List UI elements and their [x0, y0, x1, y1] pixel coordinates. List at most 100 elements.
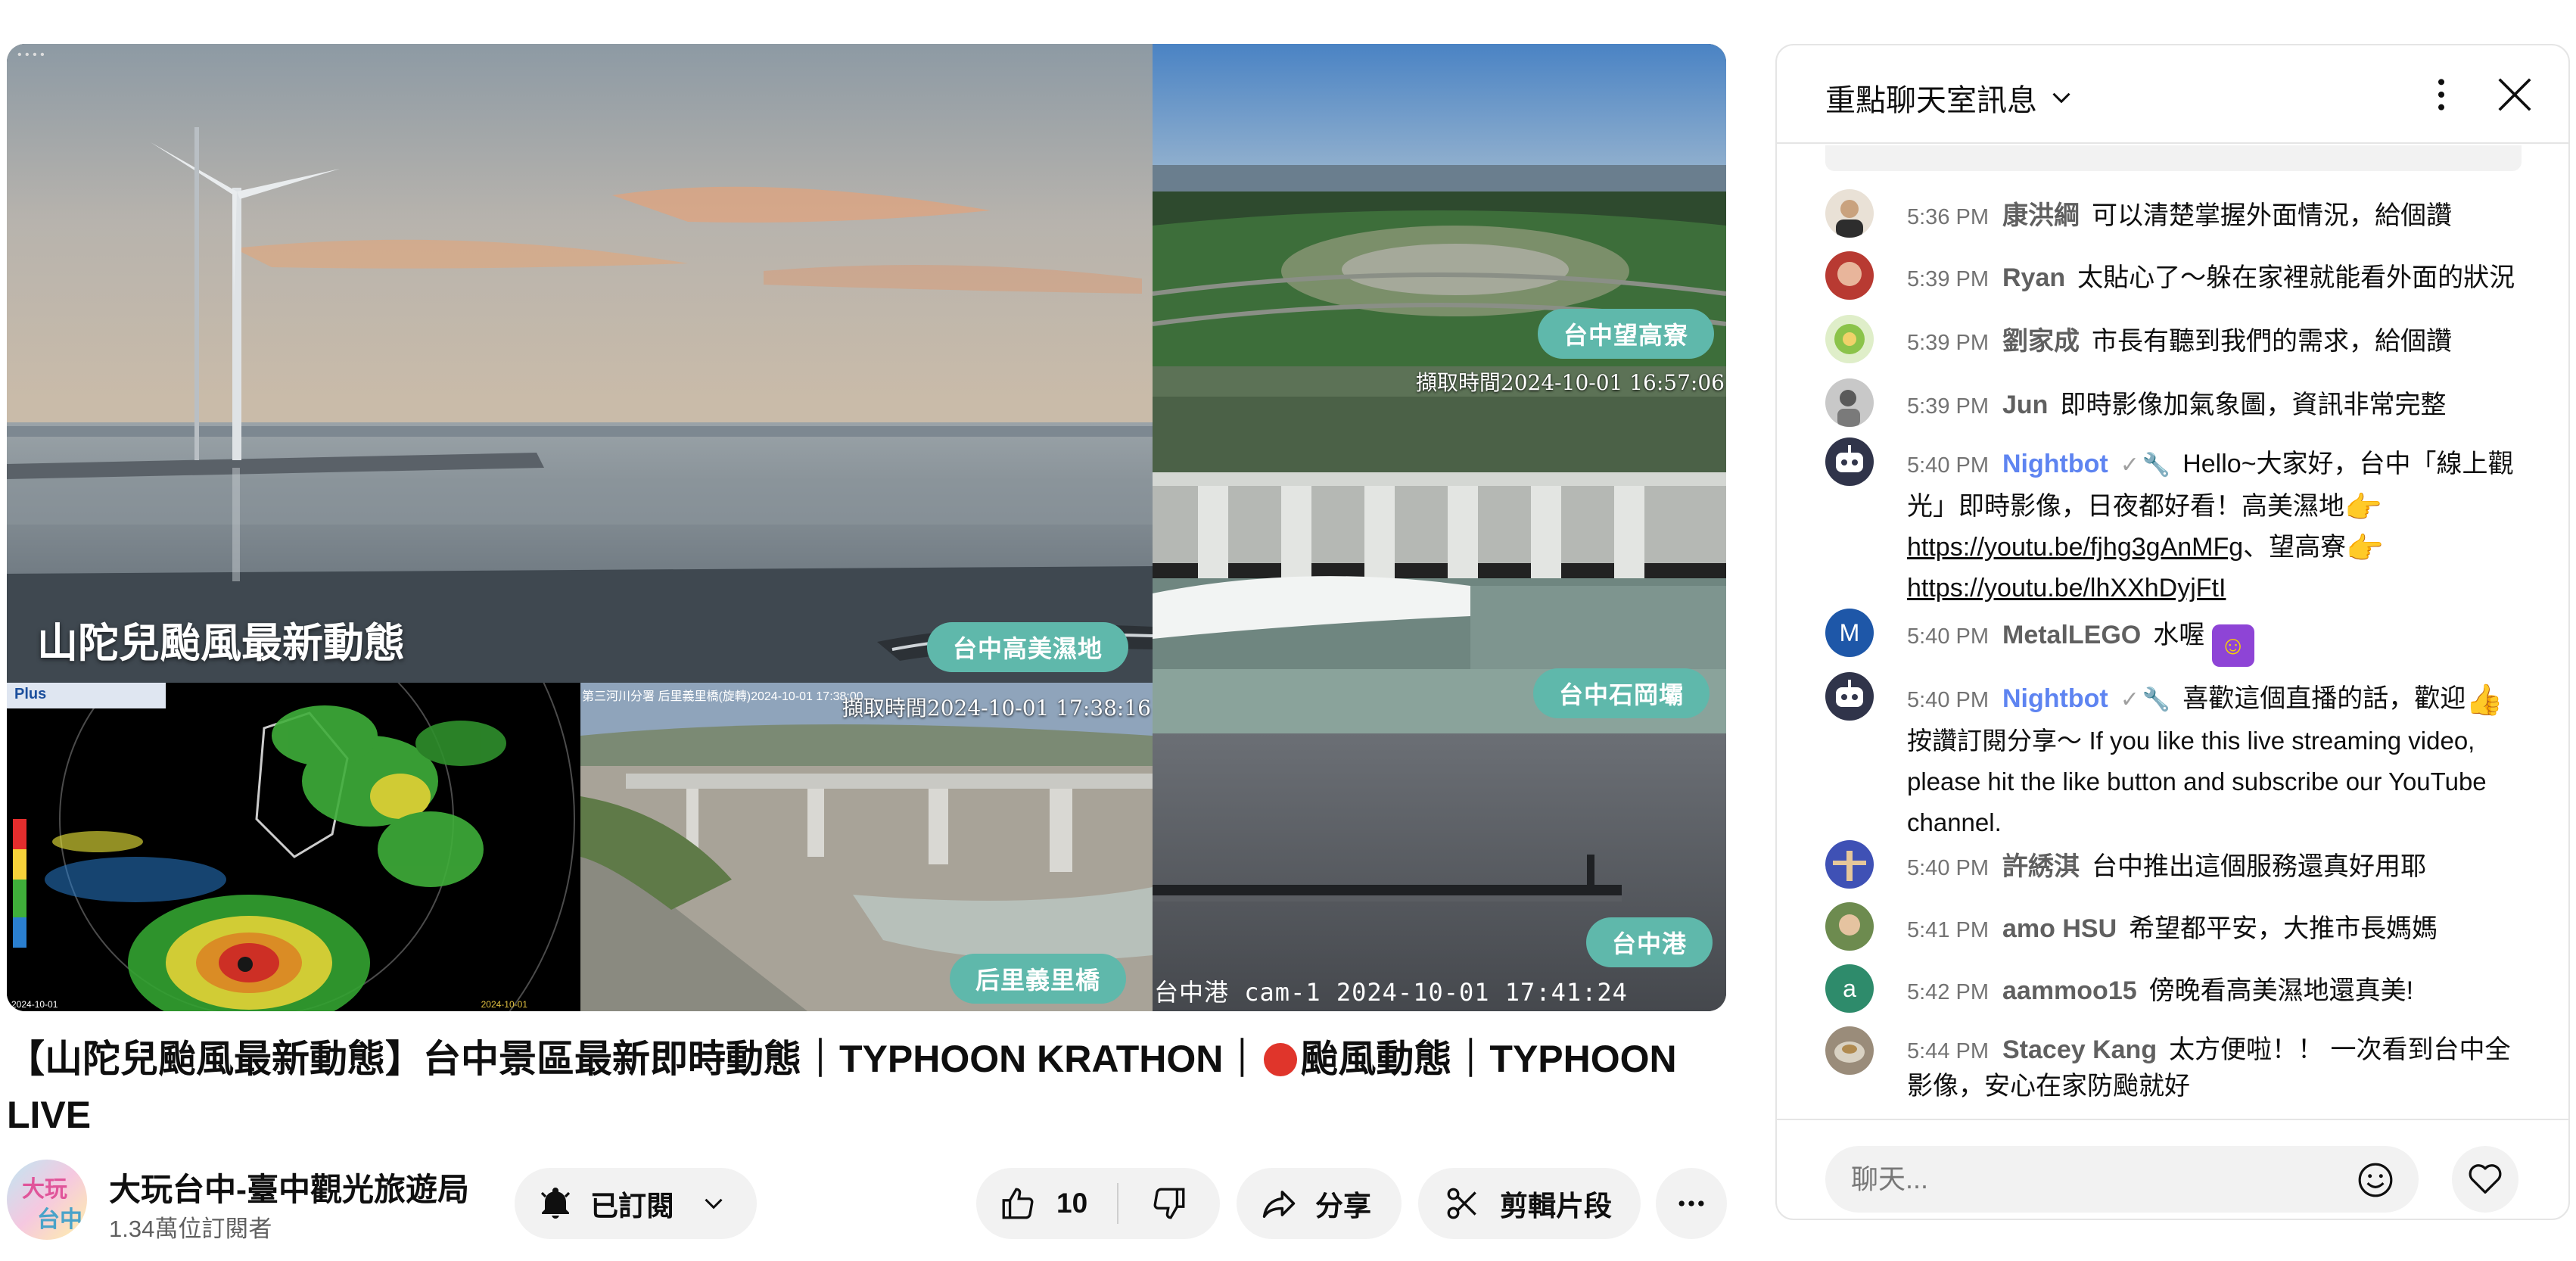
overlay-headline: 山陀兒颱風最新動態	[37, 621, 405, 666]
message-time: 5:40 PM	[1907, 856, 1989, 880]
message-body: 5:40 PM MetalLEGO 水喔 ☺	[1907, 615, 2535, 667]
message-author[interactable]: Nightbot	[2002, 450, 2108, 478]
message-time: 5:36 PM	[1907, 205, 1989, 229]
nightbot-avatar	[1825, 672, 1874, 721]
houli-timestamp: 擷取時間2024-10-01 17:38:16	[842, 696, 1151, 721]
clip-button[interactable]: 剪輯片段	[1418, 1168, 1641, 1239]
avatar	[1825, 1026, 1874, 1075]
channel-avatar[interactable]: 大玩 台中	[7, 1160, 87, 1240]
message-author[interactable]: Ryan	[2002, 263, 2065, 292]
message-body: 5:39 PM 劉家成 市長有聽到我們的需求，給個讚	[1907, 321, 2535, 363]
message-author[interactable]: 劉家成	[2002, 327, 2080, 356]
message-time: 5:40 PM	[1907, 453, 1989, 478]
message-author[interactable]: Stacey Kang	[2002, 1035, 2157, 1064]
wrench-icon: 🔧	[2142, 453, 2171, 478]
message-link[interactable]: https://youtu.be/lhXXhDyjFtI	[1907, 574, 2226, 602]
message-body: 5:36 PM 康洪綱 可以清楚掌握外面情況，給個讚	[1907, 195, 2535, 238]
thumbs-down-icon	[1153, 1188, 1185, 1219]
message-time: 5:40 PM	[1907, 624, 1989, 649]
message-text: 市長有聽到我們的需求，給個讚	[2092, 327, 2452, 356]
like-button[interactable]: 10	[976, 1168, 1117, 1239]
cam-weather-radar: Plus 2024-10-01 2024-10-01	[7, 683, 580, 1011]
nightbot-avatar	[1825, 437, 1874, 486]
label-wanggaoliao: 台中望高寮	[1537, 309, 1714, 359]
message-body: 5:40 PM 許綉淇 台中推出這個服務還真好用耶	[1907, 846, 2535, 889]
smiley-icon[interactable]	[2357, 1161, 2394, 1199]
message-author[interactable]: Nightbot	[2002, 684, 2108, 713]
message-time: 5:39 PM	[1907, 331, 1989, 355]
bell-icon	[540, 1188, 571, 1219]
message-body: 5:42 PM aammoo15 傍晚看高美濕地還真美!	[1907, 970, 2535, 1013]
pointing-hand-emoji: 👉	[2344, 491, 2382, 525]
radar-date-left: 2024-10-01	[11, 999, 58, 1010]
message-text: 希望都平安，大推市長媽媽	[2129, 914, 2438, 943]
message-time: 5:40 PM	[1907, 688, 1989, 712]
label-harbor: 台中港	[1585, 917, 1713, 967]
harbor-scene	[1153, 733, 1726, 1011]
radar-map	[7, 683, 580, 1011]
houli-caption: 第三河川分署 后里義里橋(旋轉)2024-10-01 17:38:00	[582, 690, 863, 703]
message-author[interactable]: 許綉淇	[2002, 852, 2080, 881]
wrench-icon: 🔧	[2142, 687, 2171, 712]
message-author[interactable]: MetalLEGO	[2002, 621, 2141, 649]
message-text: Hello~大家好，台中「線上觀光」即時影像，日夜都好看！高美濕地	[1907, 450, 2514, 521]
message-body: 5:39 PM Ryan 太貼心了～躲在家裡就能看外面的狀況	[1907, 257, 2535, 300]
chat-options-button[interactable]	[2423, 74, 2459, 115]
chat-mode-label: 重點聊天室訊息	[1825, 84, 2037, 117]
cam-taichung-harbor: 台中港 台中港 cam-1 2024-10-01 17:41:24	[1153, 733, 1726, 1011]
cam-wanggaoliao: 台中望高寮	[1153, 44, 1726, 366]
share-arrow-icon	[1262, 1191, 1296, 1219]
chat-mode-dropdown[interactable]: 重點聊天室訊息	[1825, 76, 2075, 120]
more-actions-button[interactable]	[1656, 1168, 1727, 1239]
monster-emoji: ☺	[2211, 624, 2254, 667]
channel-name[interactable]: 大玩台中-臺中觀光旅遊局	[109, 1164, 469, 1210]
message-text: 太貼心了～躲在家裡就能看外面的狀況	[2077, 263, 2515, 292]
radar-date-right: 2024-10-01	[481, 999, 527, 1010]
dislike-button[interactable]	[1118, 1168, 1220, 1239]
avatar	[1825, 251, 1874, 300]
clip-label: 剪輯片段	[1500, 1191, 1612, 1222]
message-time: 5:41 PM	[1907, 918, 1989, 942]
message-time: 5:39 PM	[1907, 267, 1989, 291]
message-author[interactable]: 康洪綱	[2002, 201, 2080, 230]
chevron-down-icon	[705, 1198, 723, 1210]
avatar-text-top: 大玩	[22, 1177, 67, 1202]
chat-footer	[1777, 1119, 2568, 1219]
chat-header: 重點聊天室訊息	[1777, 45, 2568, 144]
subscribed-button[interactable]: 已訂閱	[515, 1168, 757, 1239]
message-text: 即時影像加氣象圖，資訊非常完整	[2060, 391, 2447, 419]
heart-reaction-button[interactable]	[2452, 1146, 2518, 1213]
thumbs-up-icon	[1002, 1188, 1034, 1219]
message-link[interactable]: https://youtu.be/fjhg3gAnMFg	[1907, 533, 2243, 562]
more-horizontal-icon	[1678, 1200, 1704, 1207]
subscriber-count: 1.34萬位訂閱者	[109, 1216, 272, 1242]
message-text: 台中推出這個服務還真好用耶	[2092, 852, 2426, 881]
video-player[interactable]: • • • • 山陀兒颱風最新動態 台中高美濕地 台中望高寮 擷取時間2024-…	[7, 44, 1726, 1011]
message-text: 傍晚看高美濕地還真美!	[2148, 976, 2414, 1005]
kebab-vertical-icon	[2438, 79, 2444, 111]
video-title: 【山陀兒颱風最新動態】台中景區最新即時動態｜TYPHOON KRATHON｜ 颱風…	[7, 1031, 1726, 1143]
thumbs-up-emoji: 👍	[2466, 683, 2504, 717]
share-label: 分享	[1315, 1191, 1371, 1222]
label-shigang: 台中石岡壩	[1532, 668, 1710, 718]
share-button[interactable]: 分享	[1237, 1168, 1402, 1239]
message-author[interactable]: Jun	[2002, 391, 2048, 419]
avatar	[1825, 189, 1874, 238]
message-author[interactable]: aammoo15	[2002, 976, 2137, 1005]
message-text: 喜歡這個直播的話，歡迎	[2182, 684, 2466, 713]
subscribed-label: 已訂閱	[590, 1191, 674, 1222]
wetland-scene	[7, 44, 1153, 683]
message-time: 5:42 PM	[1907, 980, 1989, 1004]
chat-input[interactable]	[1825, 1146, 2419, 1213]
live-chat-panel: 重點聊天室訊息 5:36 PM康洪綱可以清楚掌握外面情況，給個讚 5:39	[1775, 44, 2570, 1220]
cam-corner-text: • • • •	[17, 48, 45, 61]
message-text: 、望高寮	[2243, 533, 2347, 562]
label-gaomei: 台中高美濕地	[926, 622, 1128, 672]
message-author[interactable]: amo HSU	[2002, 914, 2117, 943]
scissors-icon	[1447, 1188, 1476, 1219]
close-icon[interactable]	[2494, 74, 2535, 115]
shigang-timestamp: 擷取時間2024-10-01 16:57:06	[1415, 370, 1725, 395]
message-text: 可以清楚掌握外面情況，給個讚	[2092, 201, 2452, 230]
harbor-timestamp: 台中港 cam-1 2024-10-01 17:41:24	[1154, 978, 1628, 1007]
chevron-down-icon	[2052, 92, 2070, 104]
